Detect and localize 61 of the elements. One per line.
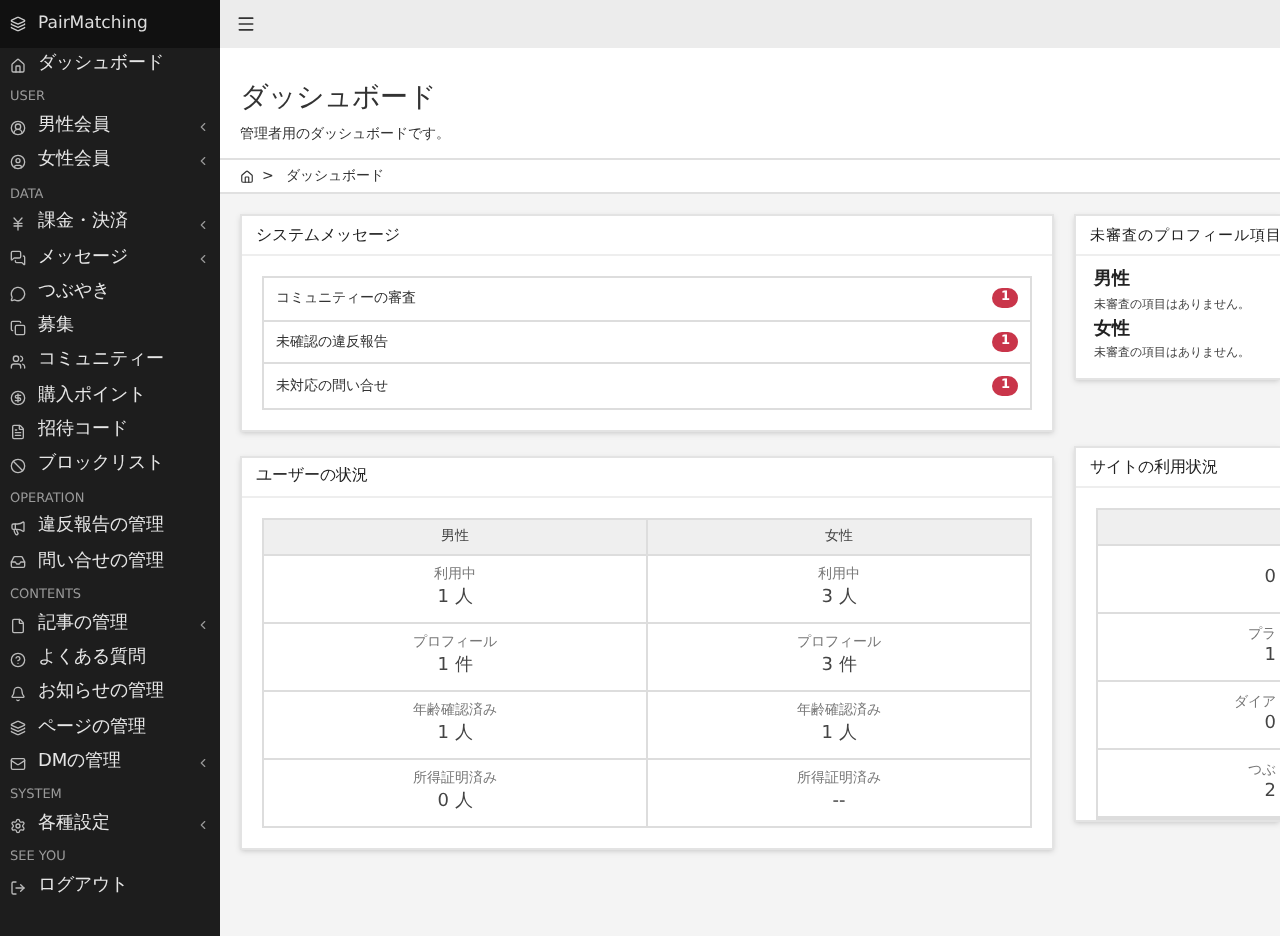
bell-icon: [10, 686, 26, 703]
sidebar-item[interactable]: つぶやき: [0, 275, 220, 311]
card-title: システムメッセージ: [256, 223, 400, 247]
sidebar-item[interactable]: 募集: [0, 310, 220, 346]
stat-value: 3 人: [821, 585, 857, 611]
stat-value: 0 人: [437, 789, 473, 815]
layers-icon: [10, 720, 26, 737]
file-icon: [10, 617, 26, 633]
stat-value: 1 人: [437, 585, 473, 611]
logout-icon: [10, 879, 26, 896]
stat-value: 2: [1264, 780, 1276, 806]
sidebar-item[interactable]: 女性会員: [0, 144, 220, 180]
speech-bubble-icon: [10, 285, 26, 302]
page-title: ダッシュボード: [240, 80, 436, 118]
sidebar-item[interactable]: 各種設定: [0, 808, 220, 843]
sidebar-item[interactable]: よくある質問: [0, 642, 220, 677]
settings-icon: [10, 817, 26, 834]
home-icon[interactable]: [240, 169, 254, 183]
sidebar-item[interactable]: コミュニティー: [0, 345, 220, 380]
sidebar-item[interactable]: ログアウト: [0, 870, 220, 905]
sidebar-item[interactable]: ページの管理: [0, 711, 220, 747]
user-icon: [10, 153, 26, 170]
copy-icon: [10, 319, 26, 336]
logo-icon: [10, 16, 26, 32]
sidebar-item[interactable]: DMの管理: [0, 746, 220, 781]
card-title: ユーザーの状況: [256, 464, 368, 488]
sidebar-item[interactable]: 課金・決済: [0, 206, 220, 242]
user-icon: [10, 119, 26, 136]
menu-icon[interactable]: [236, 14, 256, 34]
group-heading: 男性: [1094, 268, 1130, 294]
ban-icon: [10, 458, 26, 475]
stat-value: 1 人: [437, 721, 473, 747]
mail-icon: [10, 755, 26, 772]
sidebar-item[interactable]: 記事の管理: [0, 607, 220, 643]
sidebar-item[interactable]: 違反報告の管理: [0, 511, 220, 546]
sidebar-item[interactable]: メッセージ: [0, 241, 220, 276]
question-icon: [10, 651, 26, 668]
sidebar-item[interactable]: 男性会員: [0, 110, 220, 145]
sidebar-item[interactable]: お知らせの管理: [0, 676, 220, 712]
stat-value: --: [832, 789, 846, 815]
stat-value: 1 件: [437, 653, 473, 679]
card-title: サイトの利用状況: [1090, 455, 1218, 479]
yen-icon: [10, 216, 26, 233]
document-icon: [10, 423, 26, 440]
coin-icon: [10, 389, 26, 406]
chat-icon: [10, 250, 26, 267]
stat-value: 1: [1264, 644, 1276, 670]
stat-value: 0: [1264, 712, 1276, 738]
inbox-icon: [10, 554, 26, 571]
sidebar-item[interactable]: ブロックリスト: [0, 448, 220, 484]
people-icon: [10, 354, 26, 371]
sidebar-item[interactable]: 招待コード: [0, 414, 220, 449]
sidebar-item[interactable]: 問い合せの管理: [0, 545, 220, 581]
megaphone-icon: [10, 520, 26, 537]
stat-value: 1 人: [821, 721, 857, 747]
group-heading: 女性: [1094, 317, 1130, 343]
sidebar-item[interactable]: ダッシュボード: [0, 48, 220, 83]
home-icon: [10, 57, 26, 74]
stat-value: 0: [1264, 565, 1276, 592]
sidebar-item[interactable]: 購入ポイント: [0, 379, 220, 415]
stat-value: 3 件: [821, 653, 857, 679]
